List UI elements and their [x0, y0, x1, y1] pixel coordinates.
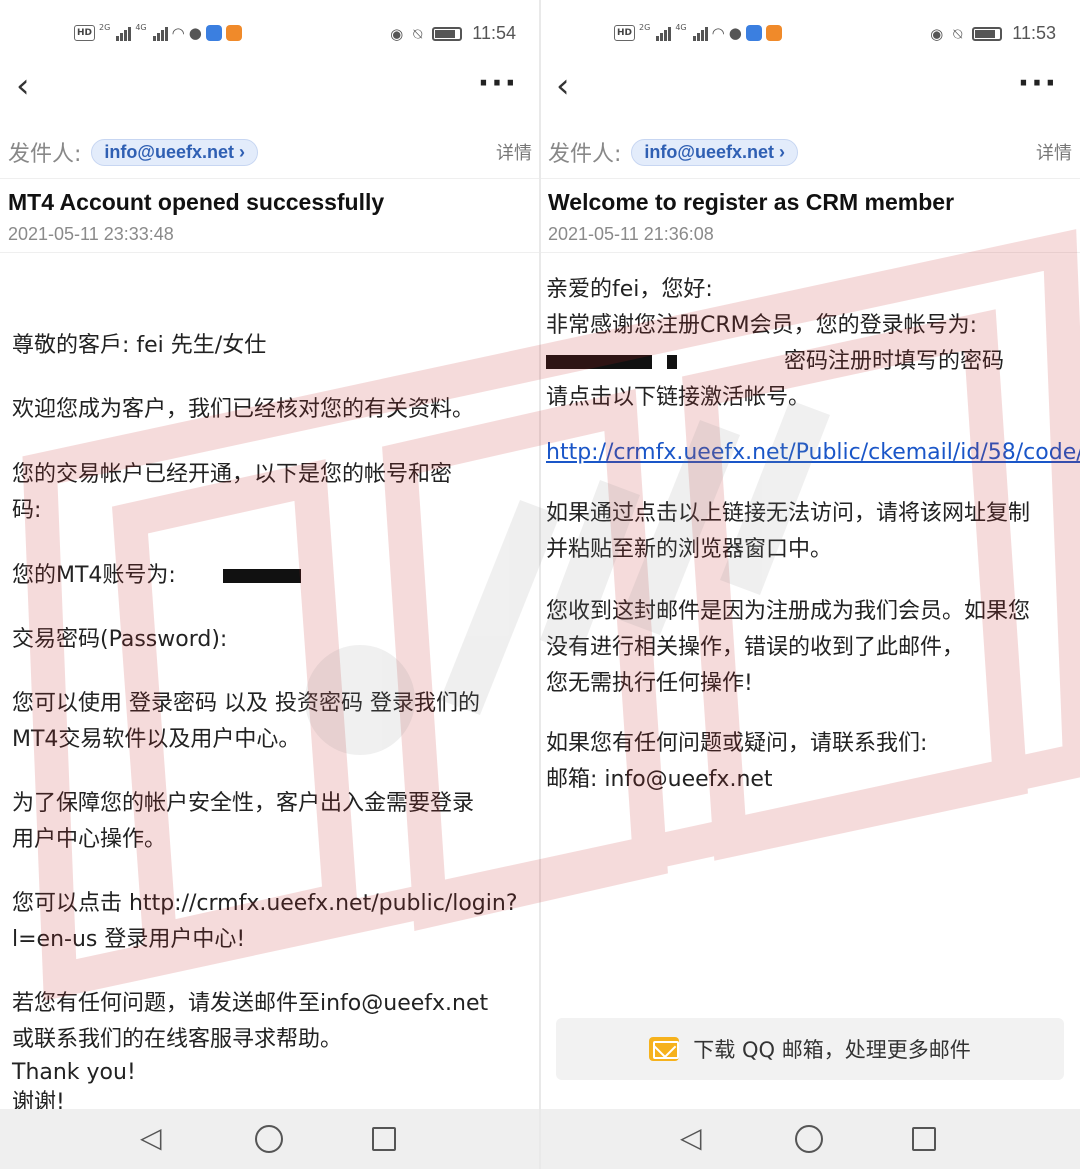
screen-divider	[539, 0, 541, 1169]
network-type-label: 4G	[675, 23, 687, 32]
details-link[interactable]: 详情	[496, 139, 532, 165]
body-paragraph: 欢迎您成为客户，我们已经核对您的有关资料。	[12, 397, 475, 422]
nav-recent-icon[interactable]	[912, 1127, 936, 1151]
eye-icon: ◉	[930, 24, 944, 43]
signal-icon	[152, 25, 168, 41]
network-type-label: 4G	[135, 23, 147, 32]
sender-email-chip[interactable]: info@ueefx.net ›	[91, 138, 258, 166]
body-paragraph: 您的MT4账号为:	[12, 558, 532, 594]
body-paragraph: 您可以使用 登录密码 以及 投资密码 登录我们的 MT4交易软件以及用户中心。	[12, 691, 480, 752]
download-qq-mail-banner[interactable]: 下载 QQ 邮箱，处理更多邮件	[556, 1018, 1064, 1080]
screenshot-composite: HD 2G 4G ◠ ● ◉ ⍉ 11:54 ‹ ··· 发件人: info@u…	[0, 0, 1080, 1169]
app-notification-icon	[225, 25, 242, 41]
body-paragraph: 您可以点击 http://crmfx.ueefx.net/public/logi…	[12, 886, 532, 958]
email-screen-mt4: HD 2G 4G ◠ ● ◉ ⍉ 11:54 ‹ ··· 发件人: info@u…	[0, 0, 540, 1169]
signal-icon	[692, 25, 708, 41]
eye-icon: ◉	[390, 24, 404, 43]
android-nav-bar: ◁	[0, 1109, 540, 1169]
body-paragraph: 您收到这封邮件是因为注册成为我们会员。如果您 没有进行相关操作，错误的收到了此邮…	[546, 599, 1031, 696]
redacted-account	[667, 355, 677, 369]
battery-icon	[972, 26, 1003, 41]
sender-email-chip[interactable]: info@ueefx.net ›	[631, 138, 798, 166]
wifi-icon: ◠	[711, 24, 725, 42]
activation-link-row: http://crmfx.ueefx.net/Public/ckemail/id…	[546, 435, 1080, 471]
signal-icon	[116, 25, 132, 41]
nav-home-icon[interactable]	[795, 1125, 823, 1153]
clock: 11:54	[472, 23, 516, 43]
nav-recent-icon[interactable]	[372, 1127, 396, 1151]
sender-label: 发件人:	[8, 142, 82, 167]
sender-row: 发件人: info@ueefx.net › 详情	[8, 134, 532, 170]
hd-icon: HD	[614, 25, 636, 41]
body-paragraph: 尊敬的客戶: fei 先生/女仕	[12, 333, 267, 358]
divider	[540, 178, 1080, 179]
email-date: 2021-05-11 23:33:48	[8, 224, 174, 244]
email-subject: Welcome to register as CRM member	[548, 189, 955, 215]
android-nav-bar: ◁	[540, 1109, 1080, 1169]
nav-home-icon[interactable]	[255, 1125, 283, 1153]
redacted-account	[546, 355, 652, 369]
body-paragraph: 交易密码(Password):	[12, 627, 228, 652]
divider	[540, 252, 1080, 253]
nav-back-icon[interactable]: ◁	[140, 1123, 162, 1153]
sender-label: 发件人:	[548, 142, 622, 167]
clock: 11:53	[1012, 23, 1056, 43]
network-type-label: 2G	[99, 23, 111, 32]
sender-row: 发件人: info@ueefx.net › 详情	[548, 134, 1072, 170]
chat-icon: ●	[728, 24, 742, 42]
redacted-account	[222, 569, 301, 583]
app-notification-icon	[205, 25, 222, 41]
details-link[interactable]: 详情	[1036, 139, 1072, 165]
body-paragraph: 若您有任何问题，请发送邮件至info@ueefx.net 或联系我们的在线客服寻…	[12, 991, 489, 1115]
email-screen-crm: HD 2G 4G ◠ ● ◉ ⍉ 11:53 ‹ ··· 发件人: info@u…	[540, 0, 1080, 1169]
app-notification-icon	[745, 25, 762, 41]
more-dots-icon[interactable]: ···	[478, 66, 518, 102]
battery-icon	[432, 26, 463, 41]
hd-icon: HD	[74, 25, 96, 41]
body-paragraph: 您的交易帐户已经开通，以下是您的帐号和密 码:	[12, 462, 453, 523]
nav-back-icon[interactable]: ◁	[680, 1123, 702, 1153]
back-chevron-icon[interactable]: ‹	[556, 68, 570, 104]
mute-bell-icon: ⍉	[413, 24, 423, 43]
body-paragraph: 如果您有任何问题或疑问，请联系我们: 邮箱: info@ueefx.net	[546, 731, 928, 792]
status-bar: HD 2G 4G ◠ ● ◉ ⍉ 11:54	[0, 0, 540, 66]
email-subject: MT4 Account opened successfully	[8, 189, 385, 215]
email-date: 2021-05-11 21:36:08	[548, 224, 714, 244]
qq-mail-icon	[649, 1037, 680, 1061]
status-bar: HD 2G 4G ◠ ● ◉ ⍉ 11:53	[540, 0, 1080, 66]
body-paragraph: 为了保障您的帐户安全性，客户出入金需要登录 用户中心操作。	[12, 791, 475, 852]
chat-icon: ●	[188, 24, 202, 42]
mute-bell-icon: ⍉	[953, 24, 963, 43]
activation-link[interactable]: http://crmfx.ueefx.net/Public/ckemail/id…	[546, 440, 1080, 465]
back-chevron-icon[interactable]: ‹	[16, 68, 30, 104]
body-paragraph: 亲爱的fei，您好: 非常感谢您注册CRM会员，您的登录帐号为: 密码注册时填写…	[546, 277, 1005, 410]
app-notification-icon	[765, 25, 782, 41]
body-paragraph: 如果通过点击以上链接无法访问，请将该网址复制 并粘贴至新的浏览器窗口中。	[546, 501, 1031, 562]
more-dots-icon[interactable]: ···	[1018, 66, 1058, 102]
divider	[0, 252, 540, 253]
signal-icon	[656, 25, 672, 41]
divider	[0, 178, 540, 179]
network-type-label: 2G	[639, 23, 651, 32]
login-link-text[interactable]: 您可以点击 http://crmfx.ueefx.net/public/logi…	[12, 886, 532, 922]
wifi-icon: ◠	[171, 24, 185, 42]
